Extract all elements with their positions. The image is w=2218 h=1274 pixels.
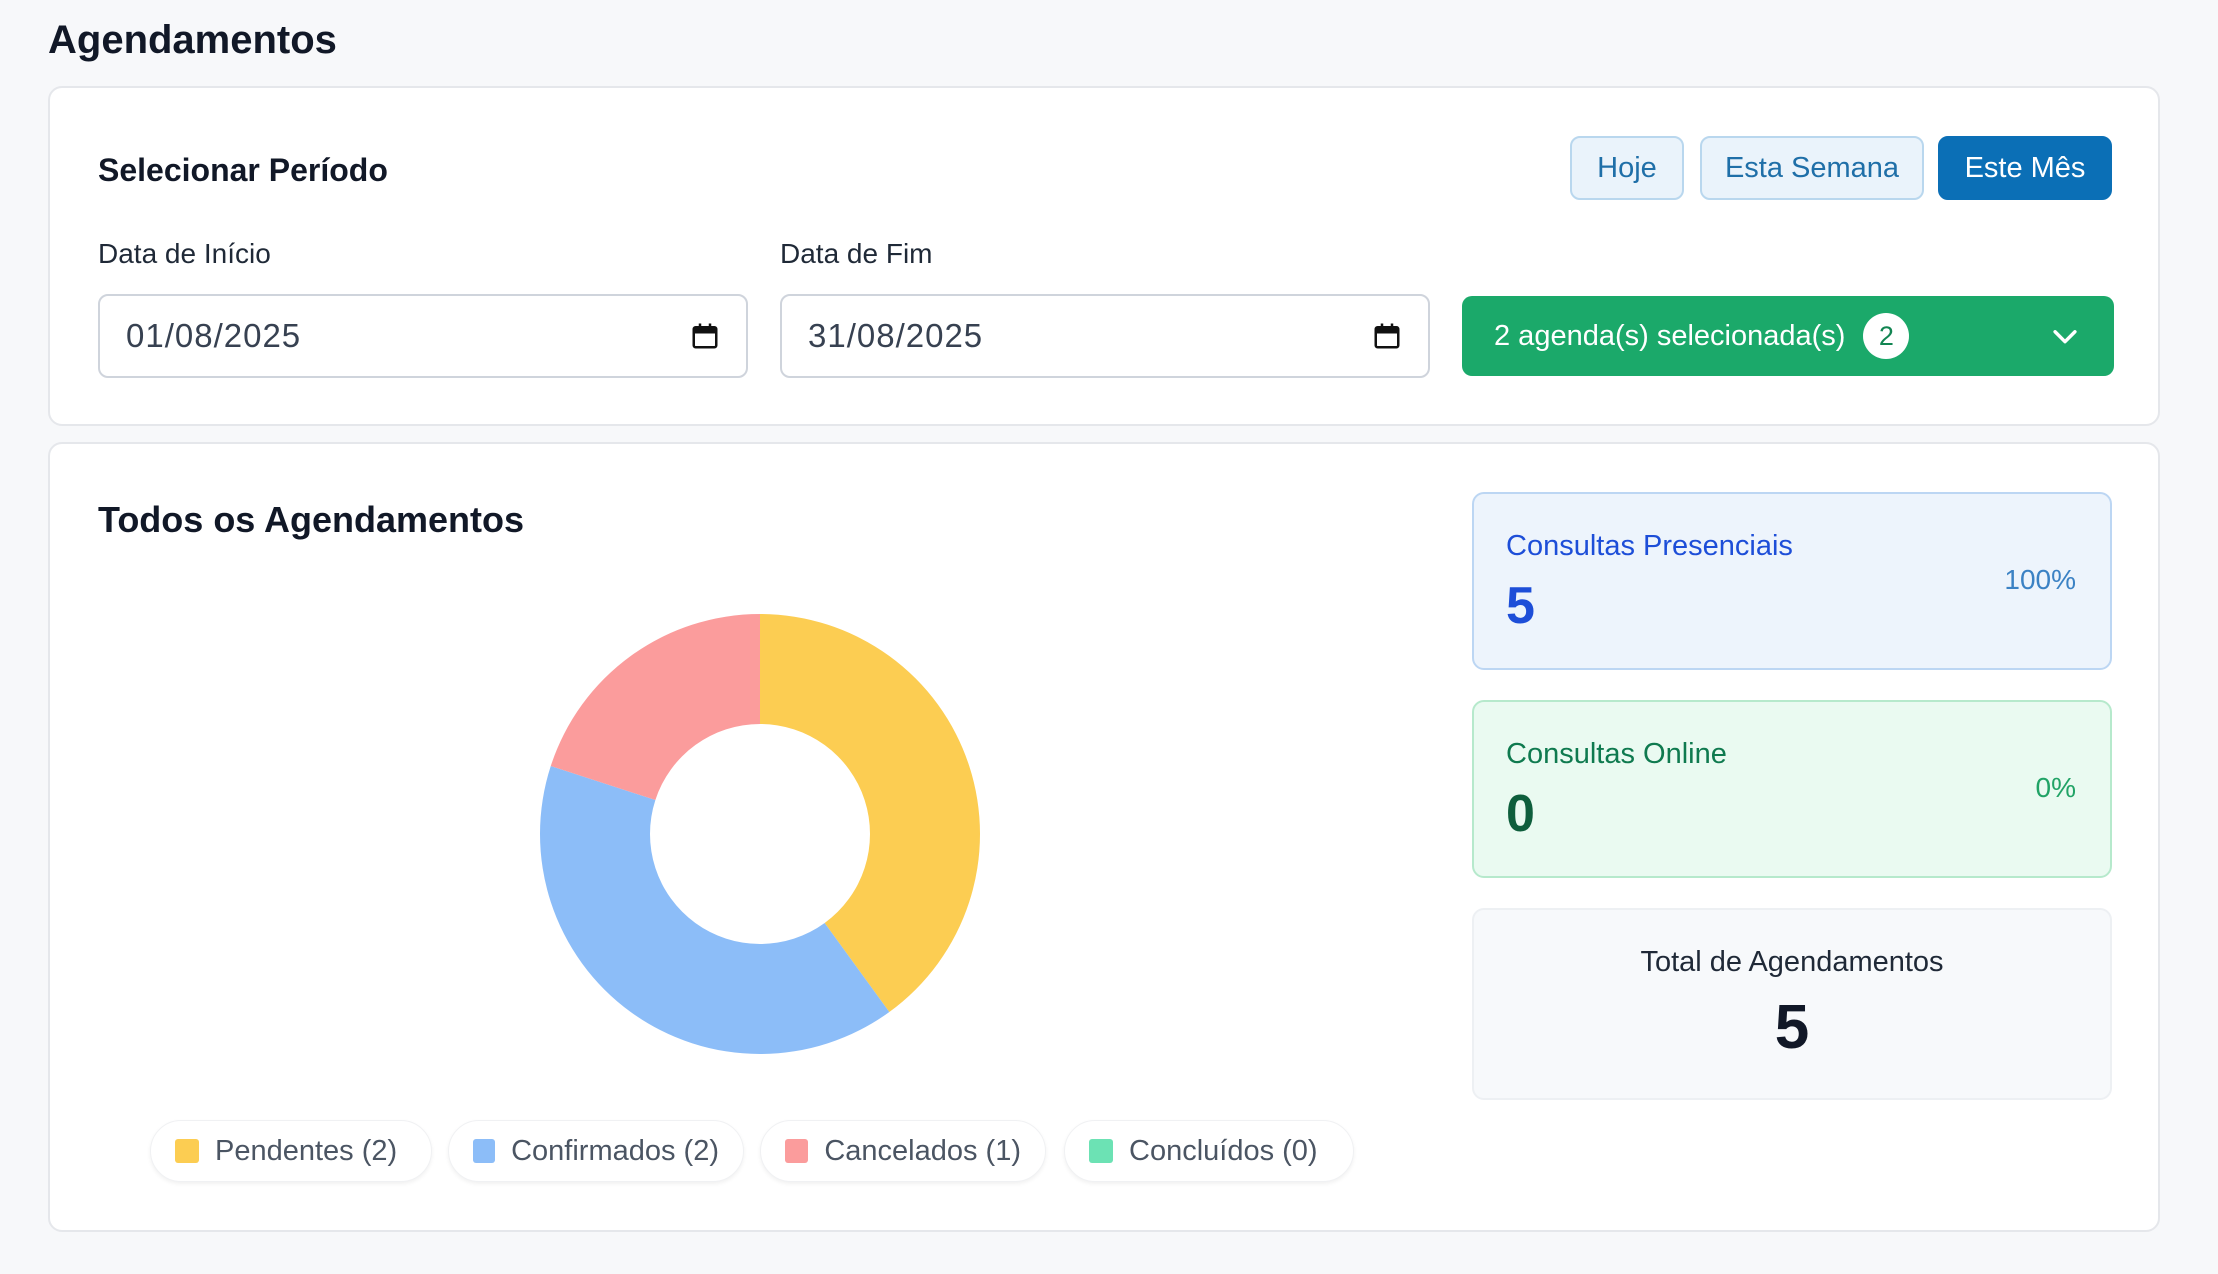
in-person-percent: 100% (2004, 564, 2076, 595)
agenda-select-label: 2 agenda(s) selecionada(s) (1494, 319, 1846, 352)
legend-item-completed[interactable]: Concluídos (0) (1064, 1120, 1354, 1182)
legend-swatch-completed (1089, 1139, 1113, 1163)
total-stat-card: Total de Agendamentos 5 (1472, 908, 2112, 1100)
this-month-button[interactable]: Este Mês (1938, 136, 2112, 200)
end-date-value: 31/08/2025 (808, 317, 984, 354)
legend-item-confirmed[interactable]: Confirmados (2) (448, 1120, 744, 1182)
in-person-stat-card: Consultas Presenciais 5 100% (1472, 492, 2112, 670)
calendar-icon[interactable] (690, 321, 720, 351)
page-title: Agendamentos (48, 18, 337, 62)
chevron-down-icon (2053, 330, 2077, 344)
end-date-label: Data de Fim (780, 238, 933, 269)
total-label: Total de Agendamentos (1640, 946, 1944, 978)
online-label: Consultas Online (1506, 738, 1727, 770)
donut-slice-confirmed[interactable] (540, 766, 890, 1054)
legend-label-completed: Concluídos (0) (1129, 1134, 1318, 1167)
in-person-value: 5 (1506, 577, 1535, 635)
agenda-count-badge: 2 (1863, 313, 1910, 359)
agenda-select-dropdown[interactable]: 2 agenda(s) selecionada(s) 2 (1462, 296, 2114, 376)
online-percent: 0% (2035, 772, 2076, 803)
today-button[interactable]: Hoje (1570, 136, 1684, 200)
online-stat-card: Consultas Online 0 0% (1472, 700, 2112, 878)
legend-swatch-pending (175, 1139, 199, 1163)
legend-swatch-cancelled (785, 1139, 809, 1163)
status-donut-chart (540, 614, 980, 1054)
legend-swatch-confirmed (473, 1139, 496, 1163)
legend-label-cancelled: Cancelados (1) (824, 1134, 1021, 1167)
appointments-overview-card: Todos os Agendamentos Pendentes (2) Conf… (48, 442, 2160, 1232)
legend-label-pending: Pendentes (2) (215, 1134, 398, 1167)
legend-label-confirmed: Confirmados (2) (511, 1134, 719, 1167)
donut-chart-container (540, 614, 980, 1054)
start-date-label: Data de Início (98, 238, 271, 269)
donut-slice-cancelled[interactable] (550, 614, 760, 801)
end-date-input[interactable]: 31/08/2025 (780, 294, 1430, 378)
start-date-input[interactable]: 01/08/2025 (98, 294, 748, 378)
calendar-icon[interactable] (1372, 321, 1402, 351)
legend-item-pending[interactable]: Pendentes (2) (150, 1120, 432, 1182)
total-value: 5 (1774, 993, 1810, 1062)
online-value: 0 (1506, 785, 1535, 843)
period-selector-card: Selecionar Período Hoje Esta Semana Este… (48, 86, 2160, 426)
start-date-value: 01/08/2025 (126, 317, 302, 354)
this-week-button[interactable]: Esta Semana (1700, 136, 1924, 200)
overview-title: Todos os Agendamentos (98, 499, 525, 540)
period-title: Selecionar Período (98, 152, 388, 188)
legend-item-cancelled[interactable]: Cancelados (1) (760, 1120, 1046, 1182)
in-person-label: Consultas Presenciais (1506, 530, 1793, 562)
